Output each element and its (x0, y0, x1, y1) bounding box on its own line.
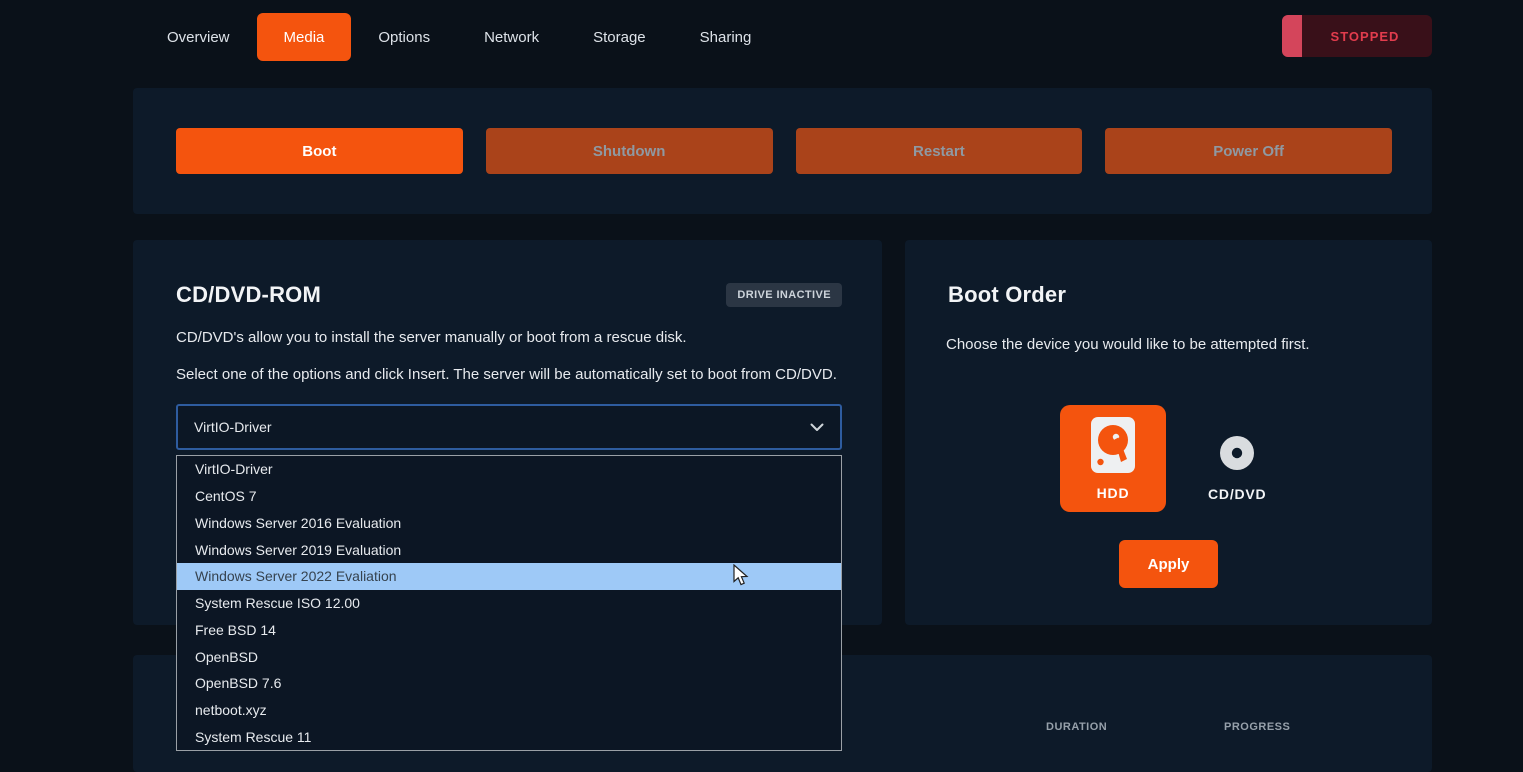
boot-order-panel: Boot Order Choose the device you would l… (905, 240, 1432, 625)
power-actions-panel: Boot Shutdown Restart Power Off (133, 88, 1432, 214)
poweroff-button[interactable]: Power Off (1105, 128, 1392, 174)
server-status-badge: STOPPED (1282, 15, 1432, 57)
boot-order-description: Choose the device you would like to be a… (946, 336, 1310, 353)
boot-button[interactable]: Boot (176, 128, 463, 174)
dropdown-option[interactable]: CentOS 7 (177, 483, 841, 510)
dropdown-option[interactable]: Free BSD 14 (177, 616, 841, 643)
hdd-label: HDD (1097, 485, 1130, 501)
iso-select[interactable]: VirtIO-Driver (176, 404, 842, 450)
boot-order-title: Boot Order (948, 282, 1066, 308)
dropdown-option[interactable]: Windows Server 2019 Evaluation (177, 536, 841, 563)
restart-button[interactable]: Restart (796, 128, 1083, 174)
device-cddvd[interactable]: CD/DVD (1208, 405, 1266, 512)
tab-sharing[interactable]: Sharing (673, 13, 779, 61)
dropdown-option[interactable]: System Rescue ISO 12.00 (177, 590, 841, 617)
dropdown-option[interactable]: System Rescue 11 (177, 723, 841, 750)
tab-options[interactable]: Options (351, 13, 457, 61)
tab-overview[interactable]: Overview (140, 13, 257, 61)
dropdown-option[interactable]: Windows Server 2022 Evaliation (177, 563, 841, 590)
tab-storage[interactable]: Storage (566, 13, 673, 61)
chevron-down-icon (810, 419, 824, 435)
cddvd-title: CD/DVD-ROM (176, 282, 321, 308)
status-text: STOPPED (1331, 29, 1400, 44)
iso-select-value: VirtIO-Driver (194, 419, 272, 435)
status-stripe (1282, 15, 1302, 57)
dropdown-option[interactable]: OpenBSD (177, 643, 841, 670)
dropdown-option[interactable]: VirtIO-Driver (177, 456, 841, 483)
column-header-progress: PROGRESS (1224, 721, 1290, 733)
apply-button[interactable]: Apply (1119, 540, 1218, 588)
cddvd-disc-icon (1219, 435, 1255, 476)
hdd-icon (1090, 416, 1136, 479)
iso-dropdown-list: VirtIO-Driver CentOS 7 Windows Server 20… (176, 455, 842, 751)
main-nav: Overview Media Options Network Storage S… (140, 13, 778, 61)
dropdown-option[interactable]: OpenBSD 7.6 (177, 670, 841, 697)
dropdown-option[interactable]: netboot.xyz (177, 697, 841, 724)
tab-network[interactable]: Network (457, 13, 566, 61)
tab-media[interactable]: Media (257, 13, 352, 61)
power-actions-row: Boot Shutdown Restart Power Off (176, 128, 1392, 174)
column-header-duration: DURATION (1046, 721, 1107, 733)
cddvd-description-1: CD/DVD's allow you to install the server… (176, 329, 687, 346)
cddvd-description-2: Select one of the options and click Inse… (176, 366, 837, 383)
cddvd-label: CD/DVD (1208, 486, 1266, 502)
drive-inactive-badge: DRIVE INACTIVE (726, 283, 842, 307)
dropdown-option[interactable]: Windows Server 2016 Evaluation (177, 509, 841, 536)
device-hdd[interactable]: HDD (1060, 405, 1166, 512)
shutdown-button[interactable]: Shutdown (486, 128, 773, 174)
boot-device-choices: HDD CD/DVD (1060, 405, 1266, 512)
